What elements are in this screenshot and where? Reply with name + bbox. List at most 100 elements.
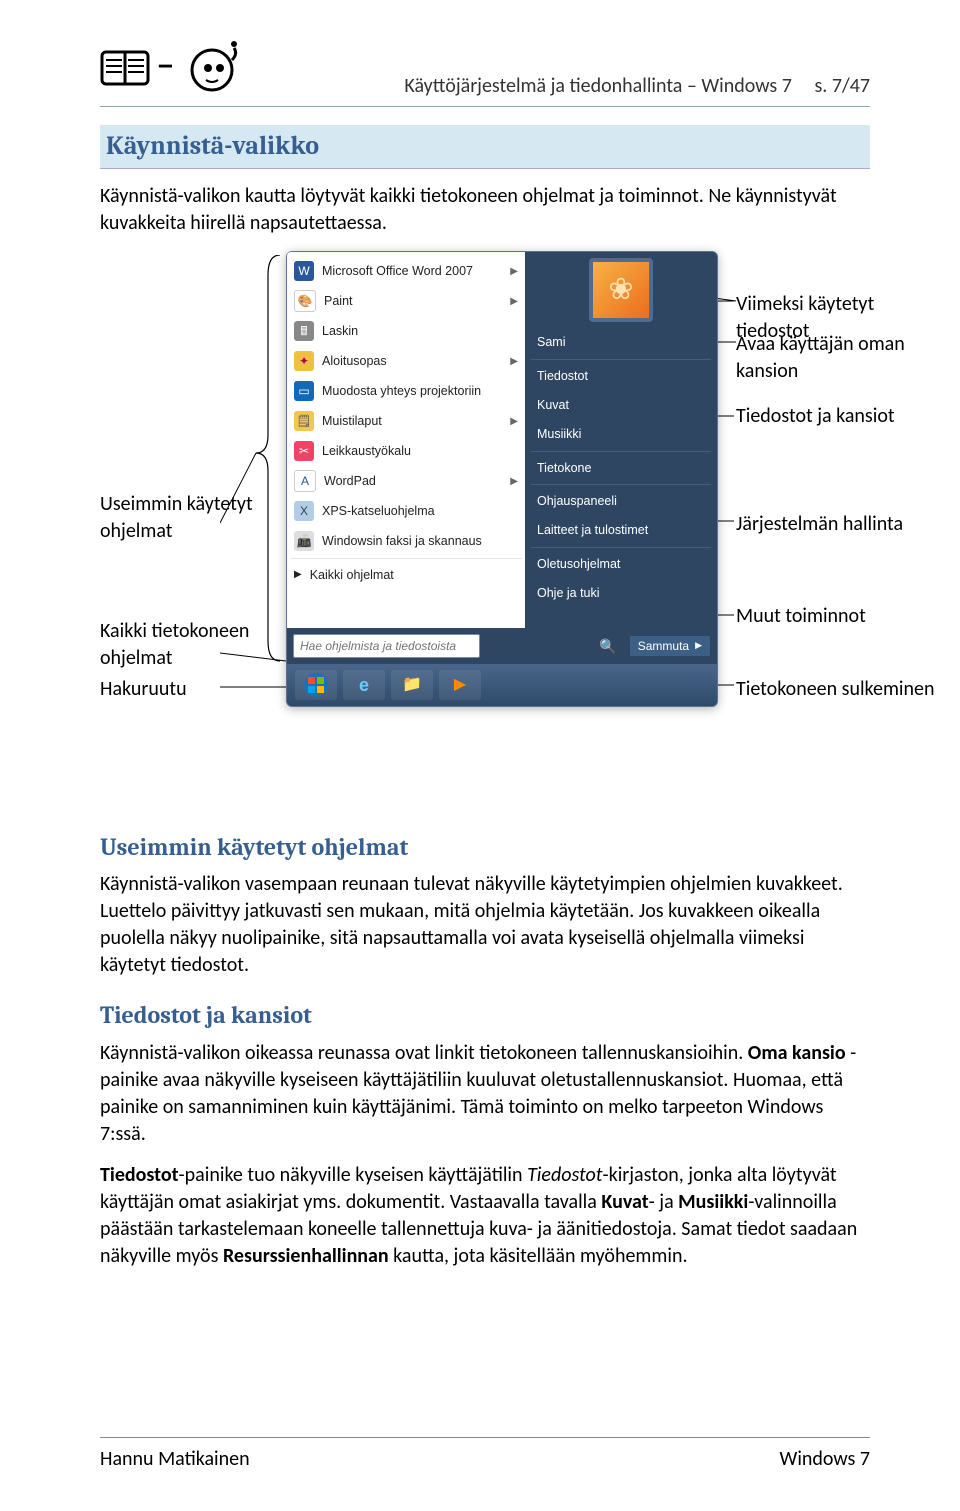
text-run: Käynnistä-valikon oikeassa reunassa ovat…	[100, 1041, 748, 1065]
search-input[interactable]	[293, 634, 480, 658]
anno-system-control: Järjestelmän hallinta	[736, 511, 946, 538]
calculator-icon: 🖩	[294, 321, 314, 341]
footer-author: Hannu Matikainen	[100, 1446, 250, 1473]
program-label: XPS-katseluohjelma	[322, 503, 435, 520]
xps-viewer-icon: X	[294, 501, 314, 521]
music-link[interactable]: Musiikki	[527, 420, 715, 449]
documents-link[interactable]: Tiedostot	[527, 362, 715, 391]
files-paragraph-1: Käynnistä-valikon oikeassa reunassa ovat…	[100, 1040, 870, 1148]
control-panel-link[interactable]: Ohjauspaneeli	[527, 487, 715, 516]
program-label: Windowsin faksi ja skannaus	[322, 533, 482, 550]
shutdown-button[interactable]: Sammuta ▶	[629, 635, 711, 657]
book-icon: →	[100, 40, 172, 100]
program-label: Laskin	[322, 323, 358, 340]
program-item[interactable]: 📠 Windowsin faksi ja skannaus	[288, 526, 524, 556]
submenu-arrow-icon: ▶	[510, 295, 518, 309]
text-run: -painike tuo näkyville kyseisen käyttäjä…	[179, 1163, 528, 1187]
computer-link[interactable]: Tietokone	[527, 454, 715, 483]
separator	[531, 547, 711, 548]
folder-icon: 📁	[402, 674, 422, 696]
program-item[interactable]: W Microsoft Office Word 2007 ▶	[288, 256, 524, 286]
chevron-right-icon: ▶	[695, 640, 702, 651]
submenu-arrow-icon: ▶	[510, 355, 518, 369]
pictures-link[interactable]: Kuvat	[527, 391, 715, 420]
page-footer: Hannu Matikainen Windows 7	[100, 1437, 870, 1473]
anno-files-folders: Tiedostot ja kansiot	[736, 403, 946, 430]
submenu-arrow-icon: ▶	[510, 415, 518, 429]
taskbar-explorer-button[interactable]: 📁	[391, 670, 433, 700]
user-picture[interactable]	[589, 258, 653, 322]
separator	[531, 451, 711, 452]
program-item[interactable]: 🎨 Paint ▶	[288, 286, 524, 316]
bold-run: Tiedostot	[100, 1163, 179, 1187]
taskbar-ie-button[interactable]: e	[343, 670, 385, 700]
getting-started-icon: ✦	[294, 351, 314, 371]
program-item[interactable]: 🗒 Muistilaput ▶	[288, 406, 524, 436]
separator	[531, 359, 711, 360]
document-page: → Käyttöjärjestelmä ja tiedonhallinta – …	[0, 0, 960, 1324]
footer-os: Windows 7	[780, 1446, 870, 1473]
program-label: Paint	[324, 293, 353, 310]
heading-startmenu: Käynnistä-valikko	[100, 125, 870, 169]
all-programs-button[interactable]: ▶ Kaikki ohjelmat	[288, 561, 524, 589]
program-item[interactable]: AWordPad▶	[288, 466, 524, 496]
bold-run: Musiikki	[678, 1190, 748, 1214]
start-orb[interactable]	[295, 670, 337, 700]
sticky-notes-icon: 🗒	[294, 411, 314, 431]
heading-files-folders: Tiedostot ja kansiot	[100, 999, 870, 1031]
projector-icon: ▭	[294, 381, 314, 401]
intro-paragraph: Käynnistä-valikon kautta löytyvät kaikki…	[100, 183, 870, 237]
files-paragraph-2: Tiedostot-painike tuo näkyville kyseisen…	[100, 1162, 870, 1270]
program-item[interactable]: ✂Leikkaustyökalu	[288, 436, 524, 466]
program-label: Aloitusopas	[322, 353, 387, 370]
anno-shutdown: Tietokoneen sulkeminen	[736, 676, 946, 703]
start-menu: W Microsoft Office Word 2007 ▶ 🎨 Paint ▶ 🖩 La…	[286, 251, 718, 707]
page-indicator: s. 7/47	[814, 74, 870, 98]
user-folder-link[interactable]: Sami	[527, 328, 715, 357]
windows-logo-icon	[303, 672, 329, 698]
program-item[interactable]: X XPS-katseluohjelma	[288, 496, 524, 526]
chevron-right-icon: ▶	[294, 568, 302, 582]
start-menu-left-pane: W Microsoft Office Word 2007 ▶ 🎨 Paint ▶ 🖩 La…	[287, 252, 525, 628]
submenu-arrow-icon: ▶	[510, 265, 518, 279]
text-run: - ja	[649, 1190, 679, 1214]
devices-printers-link[interactable]: Laitteet ja tulostimet	[527, 516, 715, 545]
submenu-arrow-icon: ▶	[510, 475, 518, 489]
shutdown-label: Sammuta	[638, 639, 689, 653]
bold-run: Resurssienhallinnan	[223, 1244, 389, 1268]
program-label: Microsoft Office Word 2007	[322, 263, 473, 280]
help-support-link[interactable]: Ohje ja tuki	[527, 579, 715, 608]
svg-text:→: →	[158, 49, 172, 81]
header-title: Käyttöjärjestelmä ja tiedonhallinta – Wi…	[250, 73, 870, 100]
text-run: kautta, jota käsitellään myöhemmin.	[389, 1244, 688, 1268]
program-label: Muistilaput	[322, 413, 382, 430]
start-menu-bottom-row: 🔍 Sammuta ▶	[287, 628, 717, 664]
program-label: Muodosta yhteys projektoriin	[322, 383, 481, 400]
taskbar-mediaplayer-button[interactable]: ▶	[439, 670, 481, 700]
fax-scan-icon: 📠	[294, 531, 314, 551]
separator	[531, 484, 711, 485]
wordpad-icon: A	[294, 470, 316, 492]
page-header: → Käyttöjärjestelmä ja tiedonhallinta – …	[100, 40, 870, 107]
paint-icon: 🎨	[294, 290, 316, 312]
header-icons: →	[100, 40, 250, 100]
program-item[interactable]: ▭ Muodosta yhteys projektoriin	[288, 376, 524, 406]
search-icon: 🔍	[599, 637, 616, 656]
bold-run: Kuvat	[601, 1190, 648, 1214]
word-icon: W	[294, 261, 314, 281]
snipping-tool-icon: ✂	[294, 441, 314, 461]
all-programs-label: Kaikki ohjelmat	[310, 567, 394, 584]
program-item[interactable]: ✦ Aloitusopas ▶	[288, 346, 524, 376]
start-menu-right-pane: Sami Tiedostot Kuvat Musiikki Tietokone …	[525, 252, 717, 628]
italic-run: Tiedostot	[527, 1163, 602, 1187]
bold-run: Oma kansio	[748, 1041, 846, 1065]
doc-title: Käyttöjärjestelmä ja tiedonhallinta – Wi…	[404, 74, 791, 98]
taskbar: e 📁 ▶	[287, 664, 717, 706]
ie-icon: e	[359, 673, 369, 697]
default-programs-link[interactable]: Oletusohjelmat	[527, 550, 715, 579]
separator	[290, 558, 522, 559]
program-item[interactable]: 🖩 Laskin	[288, 316, 524, 346]
head-icon	[178, 40, 250, 100]
startmenu-figure: Useimmin käytetyt ohjelmat Kaikki tietok…	[100, 251, 870, 811]
anno-user-folder: Avaa käyttäjän oman kansion	[736, 331, 946, 385]
